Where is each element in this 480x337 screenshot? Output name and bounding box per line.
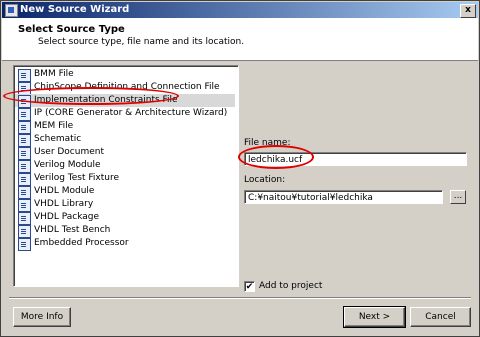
vhdl-test-bench-icon bbox=[18, 225, 31, 238]
ip-core-icon bbox=[18, 108, 31, 121]
footer-divider bbox=[9, 297, 471, 299]
file-name-label: File name: bbox=[244, 138, 291, 148]
window-title: New Source Wizard bbox=[20, 4, 130, 15]
constraints-file-icon bbox=[18, 95, 31, 108]
browse-button[interactable]: ... bbox=[450, 190, 466, 204]
next-button[interactable]: Next > bbox=[343, 306, 406, 328]
user-document-icon bbox=[18, 147, 31, 160]
list-item-label: VHDL Package bbox=[34, 212, 100, 222]
source-type-list[interactable]: BMM File ChipScope Definition and Connec… bbox=[13, 65, 239, 287]
list-item-label: Schematic bbox=[34, 134, 82, 144]
more-info-button[interactable]: More Info bbox=[13, 307, 71, 327]
add-to-project-label[interactable]: Add to project bbox=[259, 281, 322, 291]
file-name-input[interactable]: ledchika.ucf bbox=[244, 152, 467, 166]
list-item-label: VHDL Library bbox=[34, 199, 94, 209]
wizard-header: Select Source Type Select source type, f… bbox=[2, 18, 478, 61]
vhdl-module-icon bbox=[18, 186, 31, 199]
vhdl-package-icon bbox=[18, 212, 31, 225]
location-input[interactable]: C:¥naitou¥tutorial¥ledchika bbox=[244, 190, 443, 204]
list-item-label: BMM File bbox=[34, 69, 74, 79]
list-item-label: Embedded Processor bbox=[34, 238, 129, 248]
new-source-wizard-window: New Source Wizard x Select Source Type S… bbox=[0, 0, 480, 337]
list-item-label: ChipScope Definition and Connection File bbox=[34, 82, 220, 92]
schematic-icon bbox=[18, 134, 31, 147]
title-bar[interactable]: New Source Wizard x bbox=[2, 2, 478, 18]
verilog-test-fixture-icon bbox=[18, 173, 31, 186]
list-item-implementation-constraints[interactable]: Implementation Constraints File bbox=[15, 94, 235, 108]
list-item-label: Implementation Constraints File bbox=[34, 95, 178, 105]
bmm-file-icon bbox=[18, 69, 31, 82]
list-item-label: IP (CORE Generator & Architecture Wizard… bbox=[34, 108, 228, 118]
list-item-label: User Document bbox=[34, 147, 105, 157]
app-icon bbox=[5, 4, 18, 17]
add-to-project-checkbox[interactable]: ✔ bbox=[244, 281, 255, 292]
location-label: Location: bbox=[244, 175, 286, 185]
close-button[interactable]: x bbox=[460, 4, 476, 18]
list-item-label: Verilog Module bbox=[34, 160, 101, 170]
vhdl-library-icon bbox=[18, 199, 31, 212]
verilog-module-icon bbox=[18, 160, 31, 173]
cancel-button[interactable]: Cancel bbox=[410, 307, 471, 327]
embedded-processor-icon bbox=[18, 238, 31, 251]
list-item-label: MEM File bbox=[34, 121, 74, 131]
header-subtitle: Select source type, file name and its lo… bbox=[38, 37, 245, 47]
list-item-label: VHDL Test Bench bbox=[34, 225, 111, 235]
list-item-label: VHDL Module bbox=[34, 186, 95, 196]
mem-file-icon bbox=[18, 121, 31, 134]
header-title: Select Source Type bbox=[18, 24, 125, 35]
list-item-label: Verilog Test Fixture bbox=[34, 173, 119, 183]
